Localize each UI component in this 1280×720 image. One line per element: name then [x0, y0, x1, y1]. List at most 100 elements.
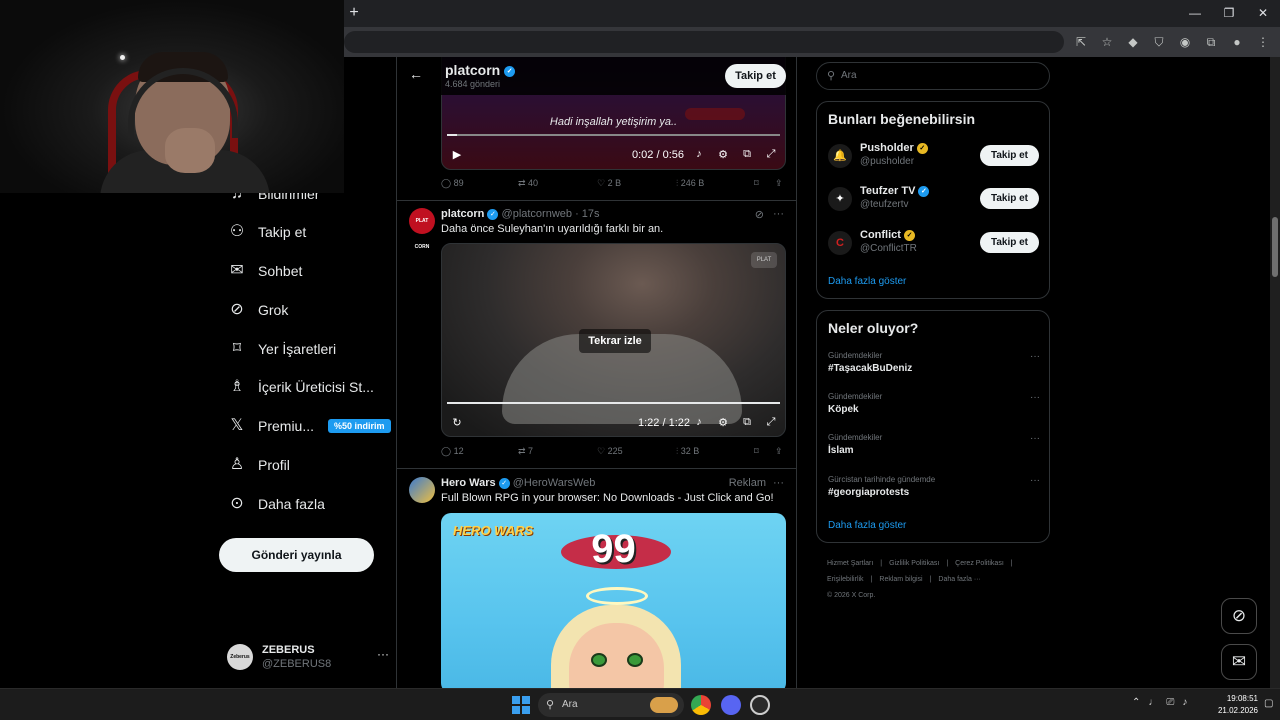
privacy-link[interactable]: Gizlilik Politikası: [889, 560, 939, 567]
sidebar-item-premium[interactable]: 𝕏 Premiu... %50 indirim: [228, 414, 391, 438]
volume-icon[interactable]: ♪: [692, 148, 706, 160]
minimize-button[interactable]: —: [1178, 0, 1212, 27]
search-input[interactable]: ⚲ Ara: [816, 62, 1050, 90]
follow-button[interactable]: Takip et: [980, 232, 1039, 253]
more-options-icon[interactable]: ···: [773, 208, 784, 220]
bookmark-icon[interactable]: ⌑: [754, 178, 759, 189]
author-name[interactable]: platcorn: [441, 208, 484, 220]
suggested-account[interactable]: C Conflict ✓ @ConflictTR Takip et: [828, 229, 1040, 261]
follow-button[interactable]: Takip et: [980, 188, 1039, 209]
sidebar-item-bookmarks[interactable]: ⌑ Yer İşaretleri: [228, 337, 336, 361]
pip-icon[interactable]: ⧉: [740, 148, 754, 161]
reply-button[interactable]: ◯ 89: [441, 178, 464, 189]
show-more-link[interactable]: Daha fazla göster: [828, 276, 906, 287]
fullscreen-icon[interactable]: ⤢: [764, 148, 778, 161]
post-button[interactable]: Gönderi yayınla: [219, 538, 374, 572]
video-progress-bar[interactable]: [447, 134, 780, 136]
views-button[interactable]: ⫶ 32 B: [676, 446, 699, 457]
more-options-icon[interactable]: ···: [1030, 351, 1040, 362]
author-name[interactable]: Hero Wars: [441, 477, 496, 489]
extension-icon[interactable]: ◆: [1122, 31, 1144, 53]
install-icon[interactable]: ⇱: [1070, 31, 1092, 53]
address-bar[interactable]: [344, 31, 1064, 53]
sidebar-item-more[interactable]: ⊙ Daha fazla: [228, 492, 325, 516]
accessibility-link[interactable]: Erişilebilirlik: [827, 576, 864, 583]
pip-icon[interactable]: ⧉: [740, 416, 754, 429]
cookie-link[interactable]: Çerez Politikası: [955, 560, 1004, 567]
more-options-icon[interactable]: ···: [1030, 392, 1040, 403]
volume-icon[interactable]: ♪: [692, 416, 706, 428]
more-options-icon[interactable]: ···: [1030, 433, 1040, 444]
replay-button[interactable]: Tekrar izle: [579, 329, 651, 353]
sidebar-item-profile[interactable]: ♙ Profil: [228, 453, 290, 477]
repost-button[interactable]: ⇄ 40: [518, 178, 538, 189]
scrollbar-thumb[interactable]: [1272, 217, 1278, 277]
like-button[interactable]: ♡ 225: [597, 446, 623, 457]
messages-fab-button[interactable]: ✉: [1221, 644, 1257, 680]
settings-icon[interactable]: ⚙: [716, 416, 730, 429]
close-button[interactable]: ✕: [1246, 0, 1280, 27]
suggested-account[interactable]: ✦ Teufzer TV ✓ @teufzertv Takip et: [828, 185, 1040, 217]
bookmark-icon[interactable]: ⌑: [754, 446, 759, 457]
sidebar-item-creator-studio[interactable]: ♗ İçerik Üreticisi St...: [228, 375, 374, 399]
shield-icon[interactable]: ⛉: [1148, 31, 1170, 53]
follow-button[interactable]: Takip et: [980, 145, 1039, 166]
terms-link[interactable]: Hizmet Şartları: [827, 560, 873, 567]
show-more-link[interactable]: Daha fazla göster: [828, 520, 906, 531]
microphone-icon[interactable]: ♩: [1148, 697, 1158, 713]
follow-button[interactable]: Takip et: [725, 64, 786, 88]
grok-fab-button[interactable]: ⊘: [1221, 598, 1257, 634]
replay-icon[interactable]: ↻: [450, 416, 464, 429]
more-options-icon[interactable]: ···: [773, 477, 784, 489]
menu-icon[interactable]: ⋮: [1252, 31, 1274, 53]
account-more-icon[interactable]: ···: [377, 647, 389, 661]
video-player[interactable]: PLAT Tekrar izle ↻ 1:22 / 1:22 ♪ ⚙ ⧉ ⤢: [441, 243, 786, 437]
author-handle[interactable]: @platcornweb: [502, 208, 572, 220]
taskbar-clock[interactable]: 19:08:51 21.02.2026: [1208, 693, 1258, 717]
author-handle[interactable]: @HeroWarsWeb: [513, 477, 596, 489]
trend-item[interactable]: Gündemdekiler #TaşacakBuDeniz ···: [828, 351, 1040, 381]
back-arrow-icon[interactable]: ←: [409, 66, 423, 82]
star-icon[interactable]: ☆: [1096, 31, 1118, 53]
more-options-icon[interactable]: ···: [1030, 475, 1040, 486]
play-icon[interactable]: ▶: [450, 148, 464, 161]
restore-button[interactable]: ❐: [1212, 0, 1246, 27]
share-icon[interactable]: ⇪: [775, 178, 783, 189]
puzzle-icon[interactable]: ⧉: [1200, 31, 1222, 53]
network-icon[interactable]: ⎚: [1166, 697, 1174, 713]
discord-app-icon[interactable]: [721, 695, 741, 715]
ad-image[interactable]: HERO WARS 99: [441, 513, 786, 688]
profile-icon[interactable]: ●: [1226, 31, 1248, 53]
chevron-up-icon[interactable]: ⌃: [1132, 697, 1140, 713]
trend-item[interactable]: Gündemdekiler Köpek ···: [828, 392, 1040, 422]
sidebar-item-chat[interactable]: ✉ Sohbet: [228, 259, 302, 283]
trend-item[interactable]: Gündemdekiler İslam ···: [828, 433, 1040, 463]
avatar[interactable]: [409, 477, 435, 503]
obs-app-icon[interactable]: [750, 695, 770, 715]
chrome-app-icon[interactable]: [691, 695, 711, 715]
footer-more-link[interactable]: Daha fazla ···: [938, 576, 980, 583]
video-progress-bar[interactable]: [447, 402, 780, 404]
volume-icon[interactable]: ♪: [1182, 697, 1187, 713]
like-button[interactable]: ♡ 2 B: [597, 178, 621, 189]
extension-icon[interactable]: ◉: [1174, 31, 1196, 53]
views-button[interactable]: ⫶ 246 B: [676, 178, 704, 189]
taskbar-search[interactable]: ⚲ Ara: [538, 693, 684, 717]
ad-info-link[interactable]: Reklam bilgisi: [879, 576, 922, 583]
new-tab-button[interactable]: +: [346, 4, 362, 22]
settings-icon[interactable]: ⚙: [716, 148, 730, 161]
sidebar-item-follow[interactable]: ⚇ Takip et: [228, 220, 306, 244]
share-icon[interactable]: ⇪: [775, 446, 783, 457]
reply-button[interactable]: ◯ 12: [441, 446, 464, 457]
notification-icon[interactable]: ▢: [1264, 698, 1273, 709]
windows-start-icon[interactable]: [512, 696, 530, 714]
avatar[interactable]: PLAT CORN: [409, 208, 435, 250]
fullscreen-icon[interactable]: ⤢: [764, 416, 778, 429]
page-scrollbar[interactable]: [1270, 57, 1280, 688]
tweet-time[interactable]: · 17s: [575, 208, 599, 220]
suggested-account[interactable]: 🔔 Pusholder ✓ @pusholder Takip et: [828, 142, 1040, 174]
sidebar-item-grok[interactable]: ⊘ Grok: [228, 298, 288, 322]
repost-button[interactable]: ⇄ 7: [518, 446, 533, 457]
account-switcher[interactable]: Zeberus ZEBERUS @ZEBERUS8 ···: [227, 643, 389, 673]
grok-icon[interactable]: ⊘: [755, 208, 764, 221]
